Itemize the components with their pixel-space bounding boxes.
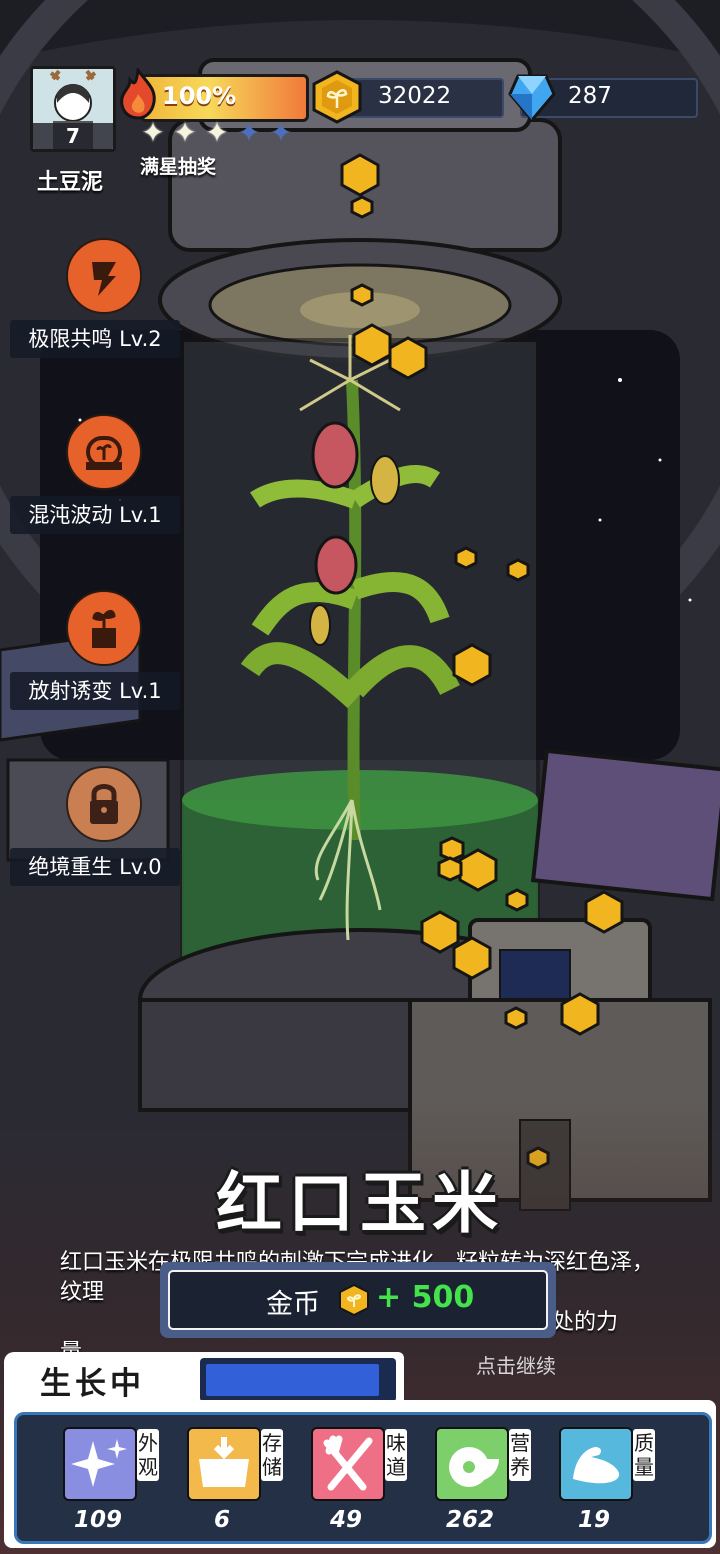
reward-label: 金币 bbox=[266, 1289, 320, 1320]
reward-popup-inner: 金币 + 500 bbox=[168, 1270, 548, 1330]
stat-quality[interactable]: 质量 19 bbox=[559, 1427, 669, 1537]
stat-taste[interactable]: 味道 49 bbox=[311, 1427, 421, 1537]
gem-amount: 287 bbox=[568, 83, 612, 109]
lime-icon bbox=[435, 1427, 509, 1501]
radiation-mutation-icon bbox=[66, 590, 142, 666]
star-filled-icon: ✦ bbox=[141, 116, 165, 149]
stat-name: 质量 bbox=[633, 1429, 655, 1481]
stat-name: 味道 bbox=[385, 1429, 407, 1481]
star-empty-icon: ✦ bbox=[269, 116, 293, 149]
stat-nutrition[interactable]: 营养 262 bbox=[435, 1427, 545, 1537]
stat-appearance[interactable]: 外观 109 bbox=[63, 1427, 173, 1537]
energy-percent: 100% bbox=[162, 82, 237, 110]
stats-container: 外观 109 存储 6 味道 49 营养 262 质量 19 bbox=[14, 1412, 712, 1544]
growth-progress-bar bbox=[200, 1358, 396, 1402]
stat-value: 6 bbox=[213, 1507, 230, 1533]
player-level: 7 bbox=[33, 123, 113, 149]
stat-value: 109 bbox=[73, 1507, 122, 1533]
player-avatar[interactable]: 7 bbox=[30, 66, 116, 152]
lock-icon bbox=[66, 766, 142, 842]
gold-coin-icon bbox=[312, 70, 362, 124]
chaos-wave-icon bbox=[66, 414, 142, 490]
crop-title: 红口玉米 bbox=[216, 1165, 504, 1242]
stat-storage[interactable]: 存储 6 bbox=[187, 1427, 297, 1537]
growth-progress-fill bbox=[206, 1364, 379, 1396]
stat-name: 营养 bbox=[509, 1429, 531, 1481]
flame-icon bbox=[120, 68, 156, 120]
star-rating: ✦ ✦ ✦ ✦ ✦ bbox=[140, 118, 300, 150]
coin-amount: 32022 bbox=[378, 83, 452, 109]
blue-gem-icon bbox=[508, 74, 556, 122]
reward-popup[interactable]: 金币 + 500 bbox=[160, 1262, 556, 1338]
fork-knife-icon bbox=[311, 1427, 385, 1501]
gold-coin-icon bbox=[339, 1284, 369, 1316]
skill-label: 极限共鸣 Lv.2 bbox=[10, 320, 180, 358]
star-reward-label[interactable]: 满星抽奖 bbox=[140, 152, 216, 179]
skill-label: 绝境重生 Lv.0 bbox=[10, 848, 180, 886]
tap-to-continue-hint[interactable]: 点击继续 bbox=[476, 1350, 556, 1379]
player-name: 土豆泥 bbox=[36, 170, 103, 195]
storage-box-icon bbox=[187, 1427, 261, 1501]
stat-value: 19 bbox=[577, 1507, 610, 1533]
stat-name: 存储 bbox=[261, 1429, 283, 1481]
stat-value: 262 bbox=[445, 1507, 494, 1533]
stats-panel: 外观 109 存储 6 味道 49 营养 262 质量 19 bbox=[4, 1400, 716, 1548]
star-filled-icon: ✦ bbox=[205, 116, 229, 149]
skill-label: 放射诱变 Lv.1 bbox=[10, 672, 180, 710]
reward-amount: + 500 bbox=[376, 1280, 475, 1315]
skill-label: 混沌波动 Lv.1 bbox=[10, 496, 180, 534]
star-empty-icon: ✦ bbox=[237, 116, 261, 149]
stat-value: 49 bbox=[329, 1507, 362, 1533]
game-screen[interactable]: 7 土豆泥 100% ✦ ✦ ✦ ✦ ✦ 满星抽奖 32022 287 极限共鸣… bbox=[0, 0, 720, 1554]
growth-label: 生长中 bbox=[40, 1366, 145, 1402]
star-filled-icon: ✦ bbox=[173, 116, 197, 149]
muscle-icon bbox=[559, 1427, 633, 1501]
sparkle-icon bbox=[63, 1427, 137, 1501]
stat-name: 外观 bbox=[137, 1429, 159, 1481]
resonance-icon bbox=[66, 238, 142, 314]
